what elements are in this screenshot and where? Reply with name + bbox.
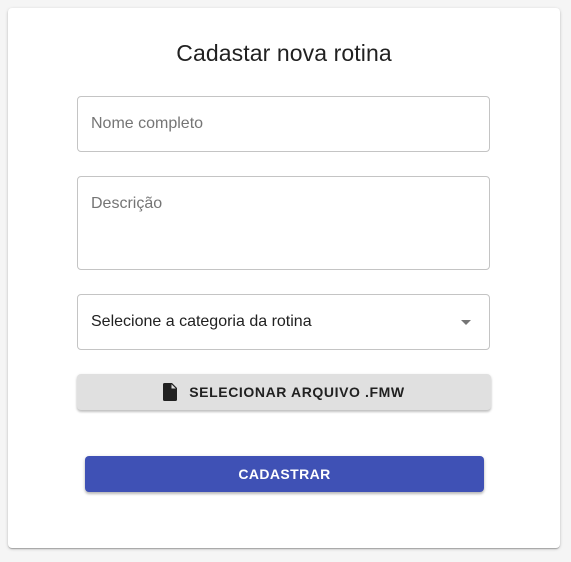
form-card: Cadastar nova rotina Selecione a categor… bbox=[8, 8, 560, 548]
name-field[interactable] bbox=[77, 96, 490, 152]
submit-label: CADASTRAR bbox=[238, 466, 331, 482]
select-file-label: SELECIONAR ARQUIVO .FMW bbox=[189, 384, 405, 400]
category-select[interactable]: Selecione a categoria da rotina bbox=[77, 294, 490, 350]
page-title: Cadastar nova rotina bbox=[176, 40, 392, 66]
category-select-value: Selecione a categoria da rotina bbox=[91, 313, 312, 330]
description-input[interactable] bbox=[91, 194, 476, 254]
description-field[interactable] bbox=[77, 176, 490, 270]
submit-button[interactable]: CADASTRAR bbox=[85, 456, 484, 492]
dropdown-arrow-icon bbox=[461, 319, 471, 325]
name-input[interactable] bbox=[91, 115, 476, 133]
file-icon bbox=[163, 383, 178, 401]
select-file-button[interactable]: SELECIONAR ARQUIVO .FMW bbox=[77, 374, 491, 410]
